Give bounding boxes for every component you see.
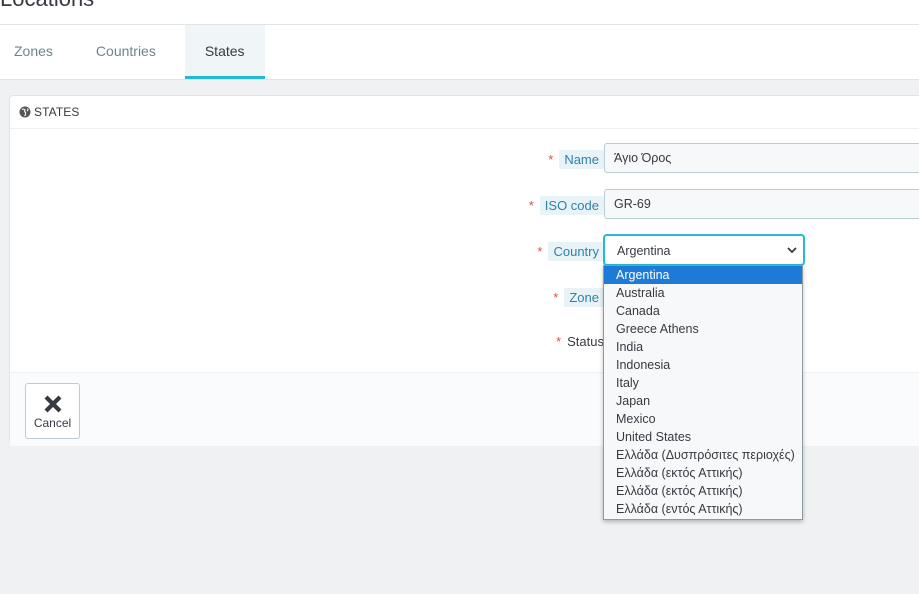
tab-countries[interactable]: Countries [82, 25, 170, 79]
country-option[interactable]: Italy [604, 374, 802, 392]
country-label: * Country [537, 242, 604, 261]
iso-code-label: * ISO code [529, 196, 604, 215]
chevron-down-icon [787, 247, 797, 254]
country-option[interactable]: United States [604, 428, 802, 446]
country-select-value: Argentina [617, 244, 671, 258]
country-option[interactable]: Ελλάδα (εντός Αττικής) [604, 500, 802, 518]
country-option[interactable]: Ελλάδα (εκτός Αττικής) [604, 482, 802, 500]
zone-label: * Zone [553, 288, 604, 307]
name-label: * Name [548, 150, 604, 169]
required-mark: * [528, 198, 534, 213]
country-row: * Country [10, 237, 604, 267]
page-title: Locations [0, 0, 94, 10]
required-mark: * [537, 244, 543, 259]
required-mark: * [548, 152, 554, 167]
panel-title: STATES [34, 105, 80, 119]
country-option[interactable]: Australia [604, 284, 802, 302]
required-mark: * [553, 290, 559, 305]
status-label: * Status [556, 334, 604, 349]
iso-code-field[interactable]: GR-69 [604, 189, 919, 219]
tab-zones[interactable]: Zones [0, 25, 67, 79]
required-mark: * [556, 334, 562, 349]
zone-row: * Zone [10, 283, 604, 313]
cancel-button[interactable]: Cancel [25, 383, 80, 439]
tab-bar: Zones Countries States [0, 25, 265, 79]
country-option[interactable]: Mexico [604, 410, 802, 428]
country-option[interactable]: Canada [604, 302, 802, 320]
country-option[interactable]: Japan [604, 392, 802, 410]
tab-states[interactable]: States [184, 25, 265, 79]
globe-icon [19, 106, 31, 118]
country-dropdown-list[interactable]: Argentina Australia Canada Greece Athens… [603, 265, 803, 520]
name-row: * Name [10, 145, 604, 175]
cancel-label: Cancel [33, 416, 72, 430]
panel-heading: STATES [10, 96, 919, 129]
country-option[interactable]: Argentina [604, 266, 802, 284]
country-option[interactable]: Greece Athens [604, 320, 802, 338]
page-header: Locations Zones Countries States [0, 0, 919, 80]
country-option[interactable]: Indonesia [604, 356, 802, 374]
name-field[interactable]: Άγιο Όρος [604, 143, 919, 173]
country-select[interactable]: Argentina [604, 235, 804, 265]
iso-row: * ISO code [10, 191, 604, 221]
country-option[interactable]: India [604, 338, 802, 356]
country-option[interactable]: Ελλάδα (εκτός Αττικής) [604, 464, 802, 482]
country-option[interactable]: Ελλάδα (Δυσπρόσιτες περιοχές) [604, 446, 802, 464]
status-row: * Status [10, 329, 604, 359]
close-icon [44, 395, 61, 413]
